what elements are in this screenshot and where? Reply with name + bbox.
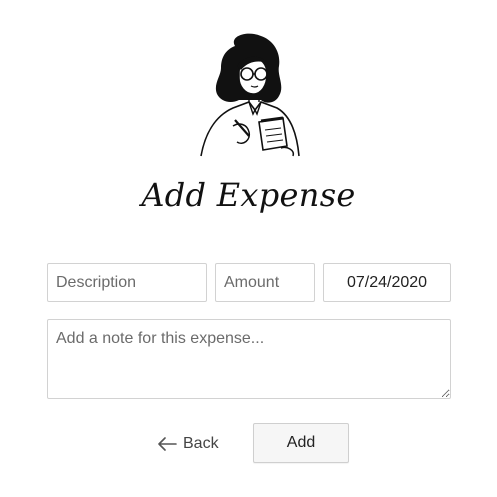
back-link[interactable]: Back <box>157 432 219 456</box>
note-textarea[interactable] <box>47 319 451 399</box>
page-title: Add Expense <box>141 176 356 214</box>
arrow-left-icon <box>158 437 177 451</box>
woman-with-notepad-icon <box>200 33 300 157</box>
back-label: Back <box>183 435 219 452</box>
add-button[interactable]: Add <box>253 423 349 463</box>
description-input[interactable] <box>47 263 207 302</box>
amount-input[interactable] <box>215 263 315 302</box>
date-input[interactable] <box>323 263 451 302</box>
add-expense-page: Add Expense Back Add <box>0 0 497 497</box>
